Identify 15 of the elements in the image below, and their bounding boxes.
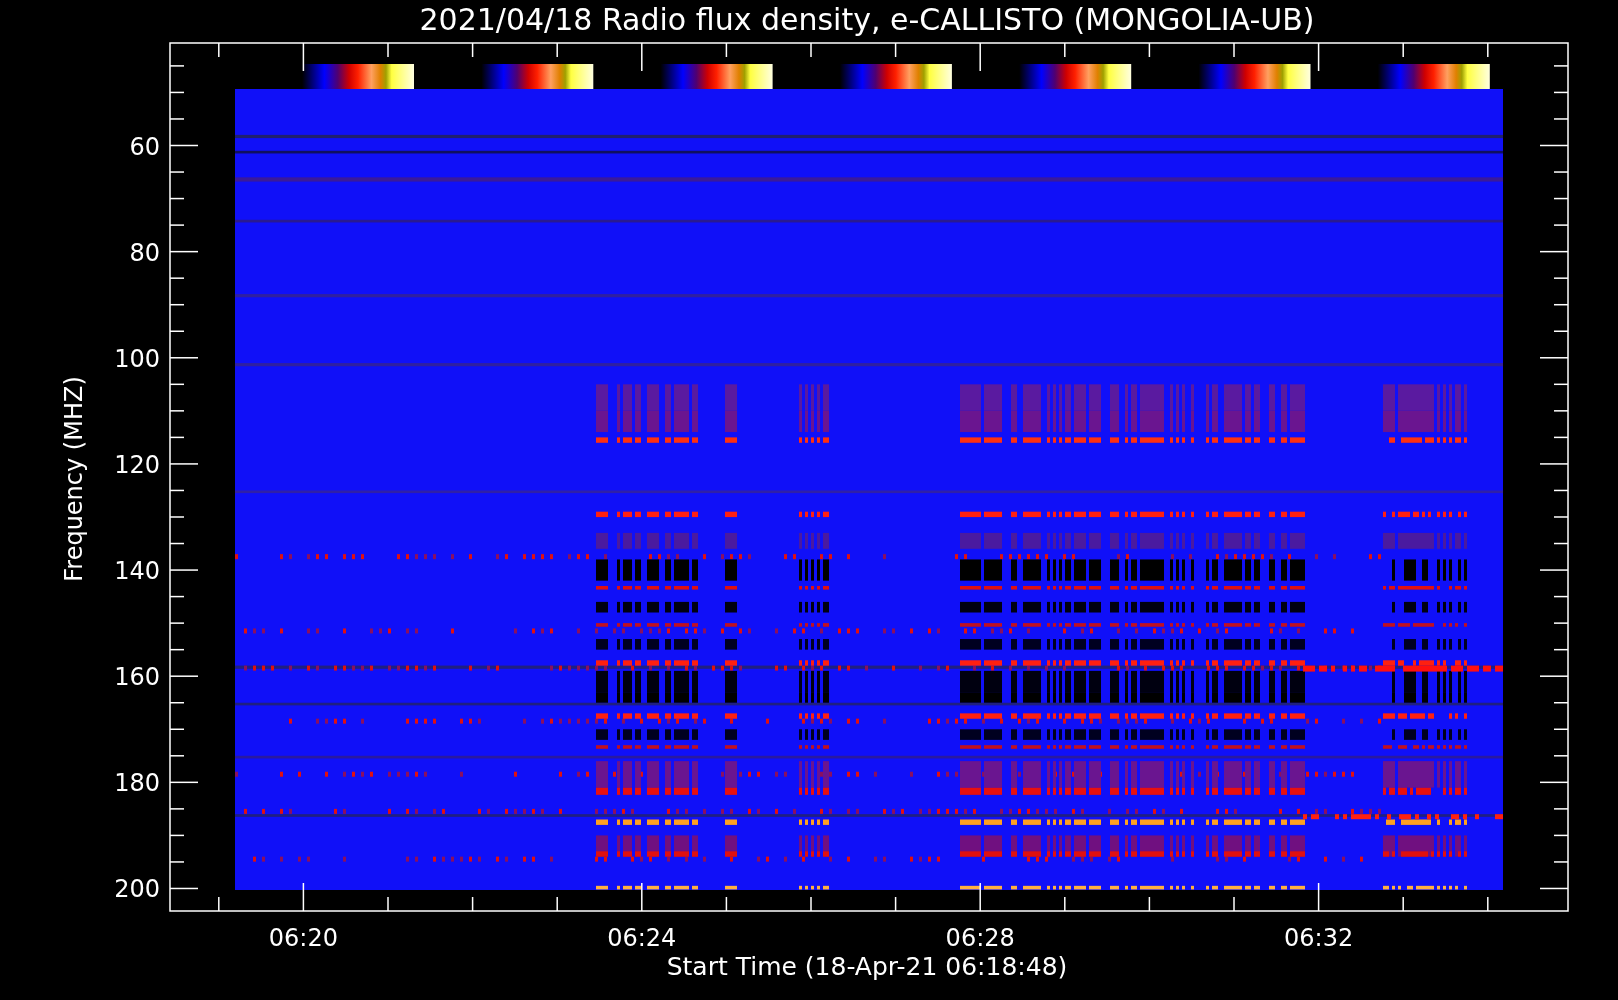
y-tick-label: 100 — [114, 344, 160, 373]
y-tick-label: 160 — [114, 663, 160, 692]
y-tick-label: 120 — [114, 450, 160, 479]
x-tick-label: 06:24 — [607, 924, 677, 952]
x-tick-label: 06:20 — [268, 924, 338, 952]
x-tick-label: 06:28 — [945, 924, 1015, 952]
chart-title: 2021/04/18 Radio flux density, e-CALLISTO (MONGOLIA-UB) — [419, 2, 1315, 37]
y-tick-label: 140 — [114, 557, 160, 586]
x-axis-label: Start Time (18-Apr-21 06:18:48) — [666, 952, 1068, 981]
y-axis-label: Frequency (MHZ) — [60, 376, 88, 582]
y-tick-label: 80 — [129, 238, 160, 267]
y-tick-label: 180 — [114, 769, 160, 798]
y-tick-label: 200 — [114, 875, 160, 904]
x-tick-label: 06:32 — [1284, 924, 1354, 952]
y-tick-label: 60 — [129, 132, 160, 161]
